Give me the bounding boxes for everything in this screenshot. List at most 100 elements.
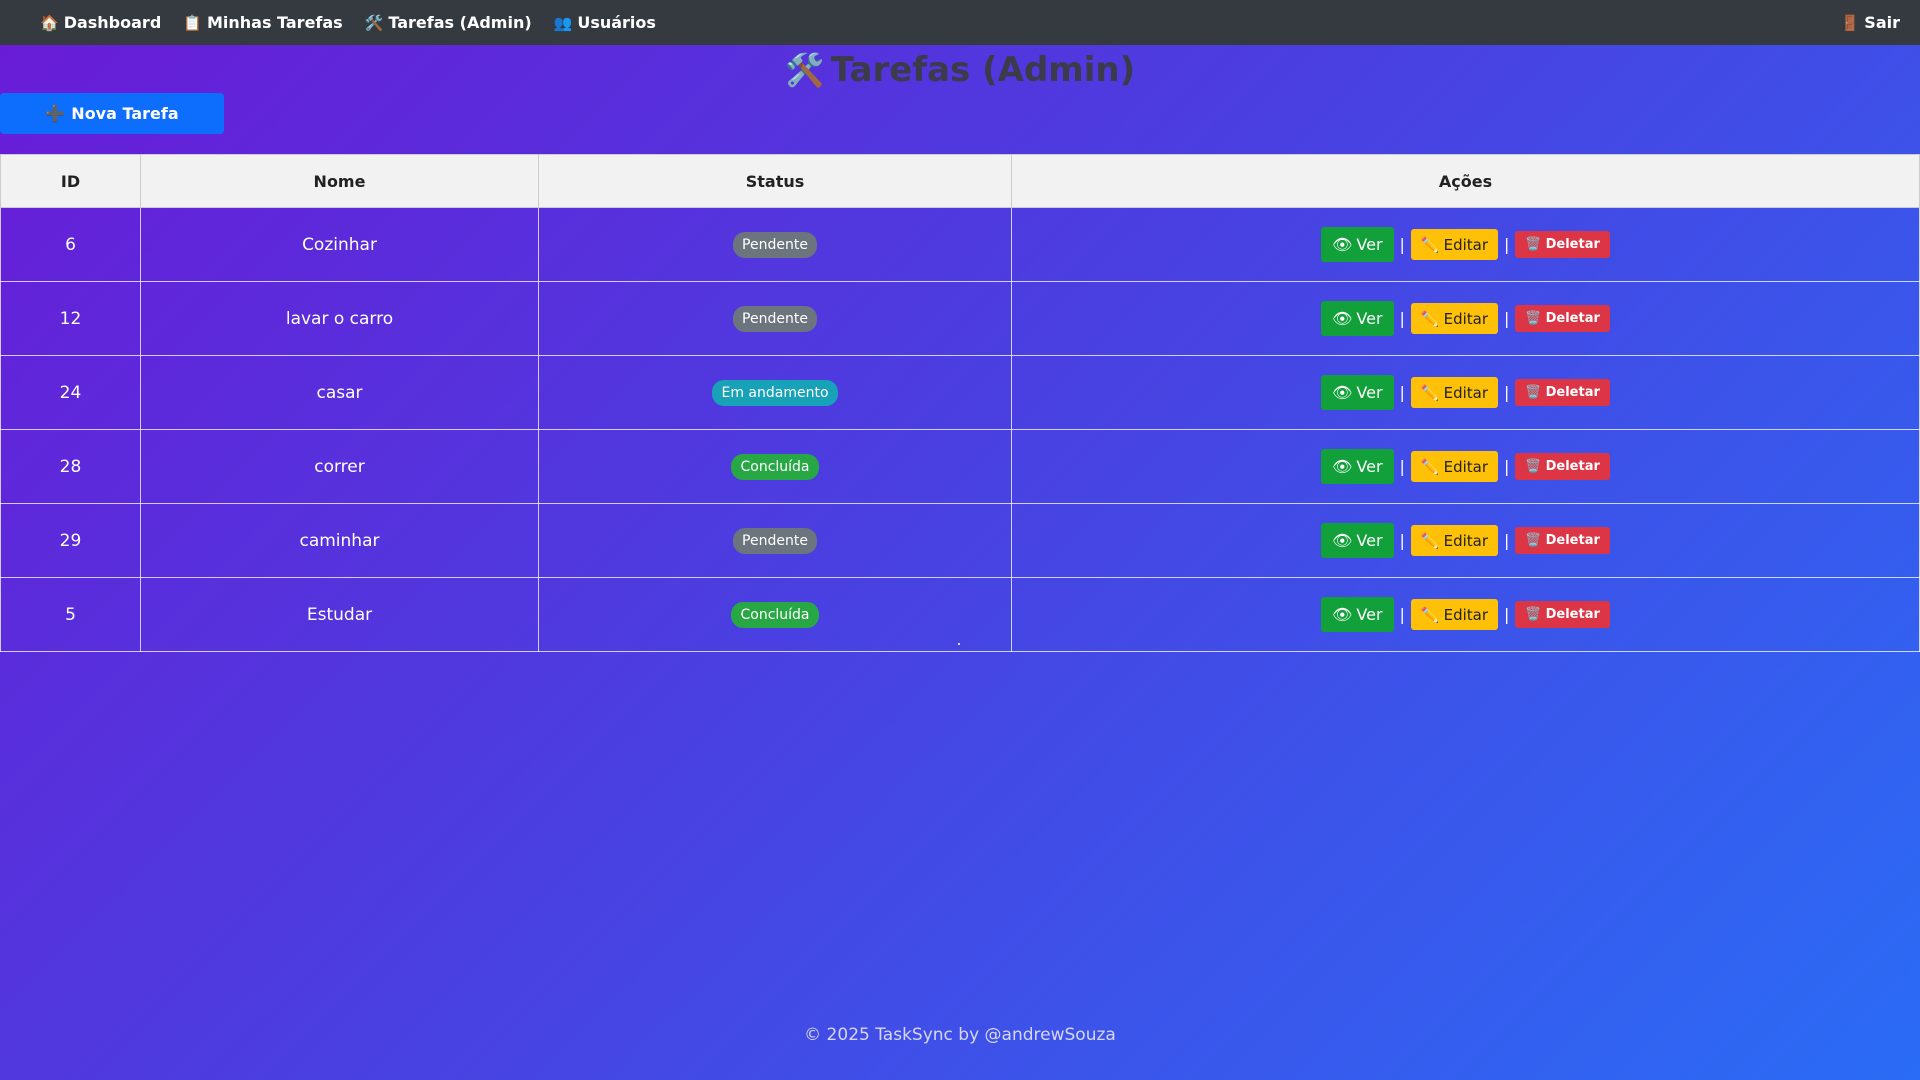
delete-button[interactable]: 🗑️ Deletar	[1515, 453, 1610, 480]
users-icon: 👥	[553, 13, 573, 32]
pencil-icon: ✏️	[1420, 383, 1440, 402]
edit-button[interactable]: ✏️ Editar	[1410, 599, 1499, 630]
tools-icon: 🛠️	[364, 13, 384, 32]
edit-button[interactable]: ✏️ Editar	[1410, 451, 1499, 482]
eye-icon: 👁	[1332, 531, 1353, 550]
eye-icon: 👁	[1332, 235, 1353, 254]
edit-label: Editar	[1443, 605, 1489, 624]
delete-label: Deletar	[1545, 533, 1600, 548]
status-badge: Concluída	[731, 453, 819, 480]
footer: © 2025 TaskSync by @andrewSouza	[0, 1025, 1920, 1045]
delete-button[interactable]: 🗑️ Deletar	[1515, 231, 1610, 258]
eye-icon: 👁	[1332, 457, 1353, 476]
view-label: Ver	[1356, 383, 1383, 402]
table-row: 29 caminhar Pendente 👁 Ver | ✏️ Editar |…	[0, 503, 1920, 578]
page-title: 🛠️ Tarefas (Admin)	[0, 46, 1920, 94]
nav-admin-tasks-label: Tarefas (Admin)	[388, 13, 532, 32]
delete-button[interactable]: 🗑️ Deletar	[1515, 379, 1610, 406]
view-button[interactable]: 👁 Ver	[1321, 523, 1394, 558]
task-name: correr	[140, 429, 539, 504]
action-separator: |	[1399, 235, 1405, 254]
view-button[interactable]: 👁 Ver	[1321, 227, 1394, 262]
nav-admin-tasks-link[interactable]: 🛠️ Tarefas (Admin)	[365, 13, 532, 32]
divider-dot	[958, 643, 960, 645]
edit-button[interactable]: ✏️ Editar	[1410, 229, 1499, 260]
edit-label: Editar	[1443, 531, 1489, 550]
task-id: 5	[0, 577, 141, 652]
view-button[interactable]: 👁 Ver	[1321, 449, 1394, 484]
action-separator: |	[1504, 383, 1510, 402]
task-status-cell: Pendente	[538, 503, 1012, 578]
footer-text: © 2025 TaskSync by @andrewSouza	[804, 1025, 1116, 1045]
task-status-cell: Concluída	[538, 429, 1012, 504]
eye-icon: 👁	[1332, 309, 1353, 328]
task-name: lavar o carro	[140, 281, 539, 356]
edit-button[interactable]: ✏️ Editar	[1410, 525, 1499, 556]
new-task-button[interactable]: ➕ Nova Tarefa	[0, 93, 224, 134]
tasks-table: ID Nome Status Ações 6 Cozinhar Pendente…	[0, 154, 1920, 652]
nav-dashboard-label: Dashboard	[63, 13, 162, 32]
table-header-row: ID Nome Status Ações	[0, 154, 1920, 208]
nav-my-tasks-link[interactable]: 📋 Minhas Tarefas	[183, 13, 342, 32]
logout-link[interactable]: 🚪 Sair	[1841, 13, 1900, 32]
task-actions-cell: 👁 Ver | ✏️ Editar | 🗑️ Deletar	[1011, 429, 1920, 504]
edit-label: Editar	[1443, 457, 1489, 476]
delete-label: Deletar	[1545, 311, 1600, 326]
trash-icon: 🗑️	[1525, 533, 1542, 548]
delete-label: Deletar	[1545, 459, 1600, 474]
status-badge: Pendente	[733, 231, 817, 258]
table-row: 12 lavar o carro Pendente 👁 Ver | ✏️ Edi…	[0, 281, 1920, 356]
status-badge: Concluída	[731, 601, 819, 628]
task-actions-cell: 👁 Ver | ✏️ Editar | 🗑️ Deletar	[1011, 355, 1920, 430]
view-button[interactable]: 👁 Ver	[1321, 375, 1394, 410]
action-separator: |	[1399, 457, 1405, 476]
view-label: Ver	[1356, 605, 1383, 624]
delete-button[interactable]: 🗑️ Deletar	[1515, 305, 1610, 332]
task-actions-cell: 👁 Ver | ✏️ Editar | 🗑️ Deletar	[1011, 577, 1920, 652]
edit-button[interactable]: ✏️ Editar	[1410, 377, 1499, 408]
pencil-icon: ✏️	[1420, 605, 1440, 624]
action-separator: |	[1504, 457, 1510, 476]
task-id: 12	[0, 281, 141, 356]
nav-links: 🏠 Dashboard 📋 Minhas Tarefas 🛠️ Tarefas …	[40, 13, 656, 32]
tools-icon: 🛠️	[784, 51, 825, 89]
header-id: ID	[0, 154, 141, 208]
pencil-icon: ✏️	[1420, 531, 1440, 550]
delete-label: Deletar	[1545, 385, 1600, 400]
header-status: Status	[538, 154, 1012, 208]
logout-label: Sair	[1864, 13, 1900, 32]
header-name: Nome	[140, 154, 539, 208]
door-icon: 🚪	[1840, 13, 1860, 32]
table-row: 24 casar Em andamento 👁 Ver | ✏️ Editar …	[0, 355, 1920, 430]
task-actions-cell: 👁 Ver | ✏️ Editar | 🗑️ Deletar	[1011, 207, 1920, 282]
delete-label: Deletar	[1545, 607, 1600, 622]
delete-button[interactable]: 🗑️ Deletar	[1515, 601, 1610, 628]
nav-dashboard-link[interactable]: 🏠 Dashboard	[40, 13, 161, 32]
eye-icon: 👁	[1332, 383, 1353, 402]
trash-icon: 🗑️	[1525, 311, 1542, 326]
action-separator: |	[1504, 235, 1510, 254]
action-separator: |	[1399, 531, 1405, 550]
task-id: 24	[0, 355, 141, 430]
view-label: Ver	[1356, 531, 1383, 550]
view-button[interactable]: 👁 Ver	[1321, 597, 1394, 632]
view-button[interactable]: 👁 Ver	[1321, 301, 1394, 336]
edit-button[interactable]: ✏️ Editar	[1410, 303, 1499, 334]
header-actions: Ações	[1011, 154, 1920, 208]
task-actions-cell: 👁 Ver | ✏️ Editar | 🗑️ Deletar	[1011, 503, 1920, 578]
task-name: Cozinhar	[140, 207, 539, 282]
view-label: Ver	[1356, 309, 1383, 328]
nav-users-label: Usuários	[577, 13, 656, 32]
task-id: 28	[0, 429, 141, 504]
nav-users-link[interactable]: 👥 Usuários	[554, 13, 656, 32]
table-row: 6 Cozinhar Pendente 👁 Ver | ✏️ Editar | …	[0, 207, 1920, 282]
plus-icon: ➕	[45, 104, 66, 123]
delete-button[interactable]: 🗑️ Deletar	[1515, 527, 1610, 554]
task-id: 6	[0, 207, 141, 282]
task-status-cell: Em andamento	[538, 355, 1012, 430]
action-separator: |	[1504, 605, 1510, 624]
trash-icon: 🗑️	[1525, 607, 1542, 622]
status-badge: Em andamento	[712, 379, 838, 406]
task-id: 29	[0, 503, 141, 578]
status-badge: Pendente	[733, 527, 817, 554]
